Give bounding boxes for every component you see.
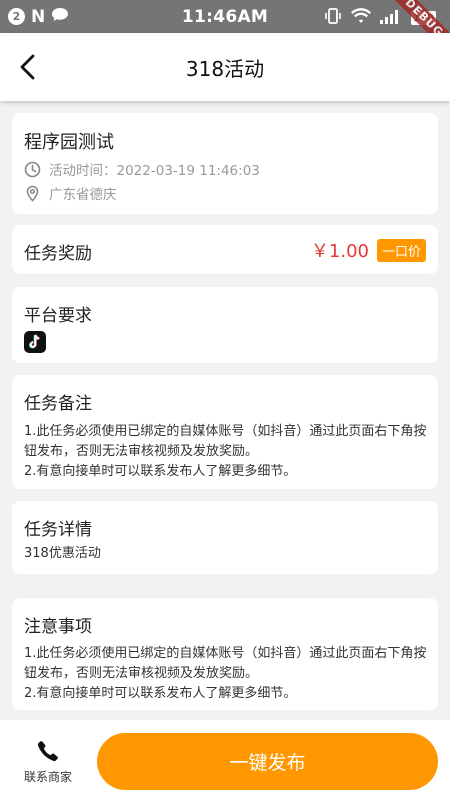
- notification-count-badge: 2: [8, 8, 25, 25]
- reward-amount: ￥1.00: [310, 241, 369, 262]
- platform-card: 平台要求: [12, 287, 438, 363]
- reward-label: 任务奖励: [24, 244, 92, 264]
- activity-time: 活动时间：2022-03-19 11:46:03: [49, 163, 260, 179]
- notice-body: 1.此任务必须使用已绑定的自媒体账号（如抖音）通过此页面右下角按钮发布，否则无法…: [24, 644, 428, 704]
- activity-name: 程序园测试: [24, 132, 114, 153]
- back-arrow-icon: [20, 54, 35, 80]
- notice-title: 注意事项: [24, 617, 92, 637]
- status-bar-left: 2 N: [8, 7, 128, 27]
- reward-card: 任务奖励 ￥1.00 一口价: [12, 225, 438, 274]
- remarks-line-2: 2.有意向接单时可以联系发布人了解更多细节。: [24, 464, 297, 479]
- app-bar: 318活动: [0, 33, 450, 101]
- platform-label: 平台要求: [24, 306, 92, 326]
- contact-merchant-label: 联系商家: [23, 770, 72, 784]
- tiktok-icon: [24, 331, 46, 353]
- notice-line-1: 1.此任务必须使用已绑定的自媒体账号（如抖音）通过此页面右下角按钮发布，否则无法…: [24, 646, 427, 681]
- activity-location-row: 广东省德庆: [24, 183, 117, 203]
- chat-bubble-icon: [51, 7, 69, 26]
- task-remarks-card: 任务备注 1.此任务必须使用已绑定的自媒体账号（如抖音）通过此页面右下角按钮发布…: [12, 375, 438, 489]
- notice-line-2: 2.有意向接单时可以联系发布人了解更多细节。: [24, 686, 297, 701]
- notice-card: 注意事项 1.此任务必须使用已绑定的自媒体账号（如抖音）通过此页面右下角按钮发布…: [12, 598, 438, 710]
- main-content[interactable]: 程序园测试 活动时间：2022-03-19 11:46:03 广东省德庆 任务奖…: [0, 101, 450, 720]
- activity-info-card: 程序园测试 活动时间：2022-03-19 11:46:03 广东省德庆: [12, 113, 438, 214]
- bottom-action-bar: 联系商家 一键发布: [0, 720, 450, 800]
- back-button[interactable]: [14, 51, 42, 83]
- activity-time-row: 活动时间：2022-03-19 11:46:03: [24, 159, 260, 179]
- status-bar: 2 N 11:46AM 100 DEBUG: [0, 0, 450, 67]
- one-click-publish-button[interactable]: 一键发布: [97, 733, 438, 790]
- fixed-price-tag: 一口价: [376, 238, 426, 262]
- wifi-icon: [351, 8, 372, 28]
- task-details-card: 任务详情 318优惠活动: [12, 501, 438, 574]
- vibrate-icon: [324, 7, 342, 29]
- clock-icon: [24, 161, 41, 177]
- details-text: 318优惠活动: [24, 546, 101, 561]
- remarks-body: 1.此任务必须使用已绑定的自媒体账号（如抖音）通过此页面右下角按钮发布，否则无法…: [24, 422, 428, 482]
- phone-icon: [37, 741, 58, 762]
- signal-icon: [380, 9, 402, 28]
- location-pin-icon: [26, 185, 39, 202]
- remarks-line-1: 1.此任务必须使用已绑定的自媒体账号（如抖音）通过此页面右下角按钮发布，否则无法…: [24, 424, 427, 459]
- remarks-title: 任务备注: [24, 394, 92, 414]
- reward-value-group: ￥1.00 一口价: [311, 237, 426, 263]
- contact-merchant-button[interactable]: 联系商家: [16, 740, 80, 785]
- page-title: 318活动: [185, 56, 265, 81]
- n-app-icon: N: [31, 6, 46, 27]
- details-title: 任务详情: [24, 520, 92, 540]
- activity-location: 广东省德庆: [49, 187, 117, 203]
